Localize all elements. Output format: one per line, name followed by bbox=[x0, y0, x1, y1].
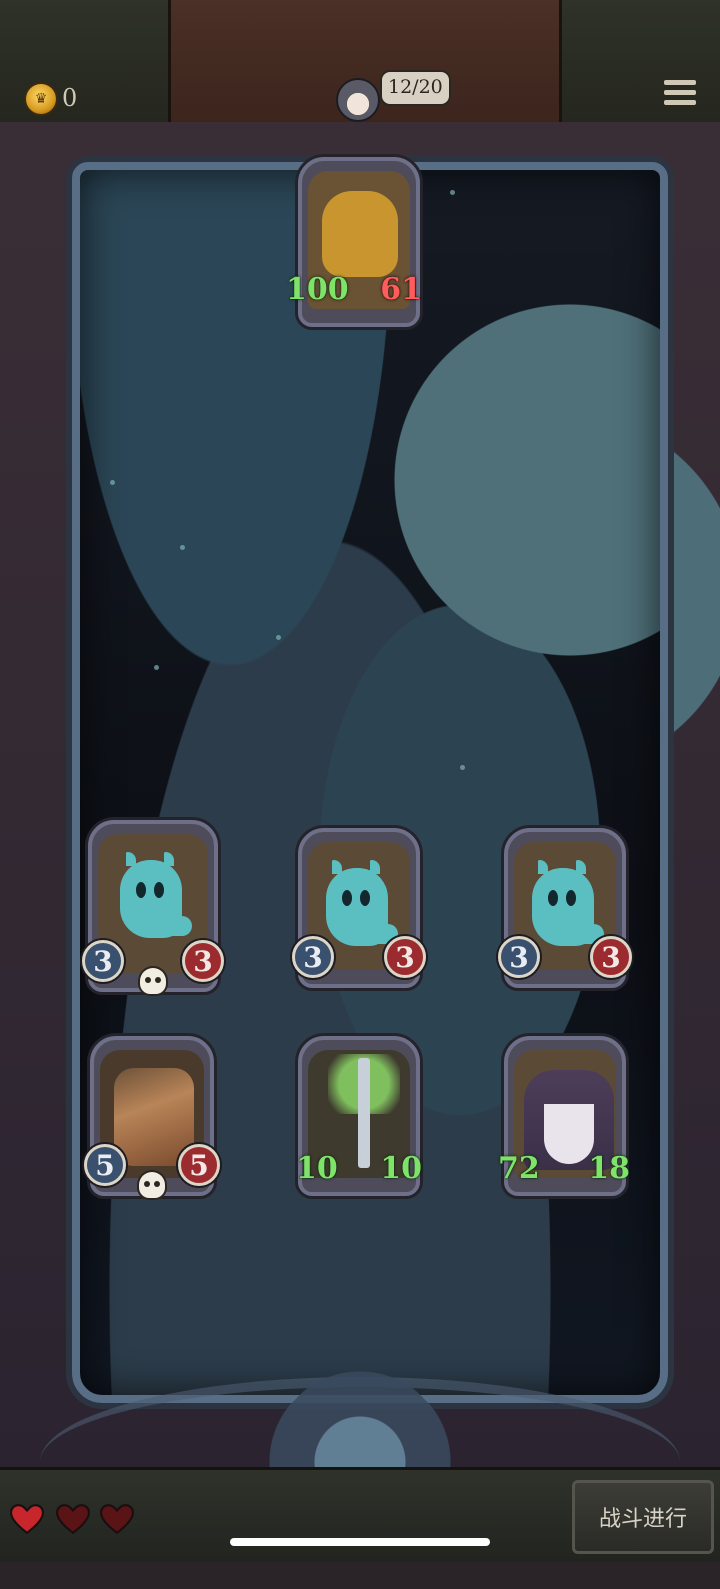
ghost-tail bbox=[148, 916, 192, 936]
heart-icon bbox=[99, 1504, 135, 1535]
battle-scene: 100 61 3 3 3 3 3 3 5 5 10 10 72 18 bbox=[0, 122, 720, 1589]
board-card[interactable]: 10 10 bbox=[296, 1036, 422, 1196]
star bbox=[180, 545, 185, 550]
skull-icon bbox=[140, 968, 166, 994]
card-attack: 3 bbox=[82, 940, 124, 982]
card-attack: 72 bbox=[498, 1150, 540, 1186]
enemy-health: 61 bbox=[380, 271, 422, 307]
card-attack: 10 bbox=[296, 1150, 338, 1186]
hamburger-menu-icon[interactable] bbox=[664, 80, 696, 108]
board-card[interactable]: 3 3 bbox=[82, 820, 224, 994]
top-hud: ♛ 0 12/20 bbox=[0, 0, 720, 127]
star bbox=[460, 765, 465, 770]
board-card[interactable]: 72 18 bbox=[498, 1036, 630, 1196]
battle-in-progress-button[interactable]: 战斗进行 bbox=[572, 1480, 714, 1554]
enemy-card[interactable]: 100 61 bbox=[286, 157, 422, 327]
card-health: 3 bbox=[590, 936, 632, 978]
card-health: 3 bbox=[182, 940, 224, 982]
star bbox=[276, 635, 281, 640]
card-health: 10 bbox=[380, 1150, 422, 1186]
star bbox=[450, 190, 455, 195]
card-health: 3 bbox=[384, 936, 426, 978]
cat-beard bbox=[544, 1104, 594, 1164]
cursed-sword-icon bbox=[358, 1058, 370, 1168]
star bbox=[110, 480, 115, 485]
skull-icon bbox=[139, 1172, 165, 1198]
board-card[interactable]: 5 5 bbox=[84, 1036, 220, 1198]
board-frame bbox=[72, 162, 668, 1403]
card-attack: 3 bbox=[498, 936, 540, 978]
board-card[interactable]: 3 3 bbox=[292, 828, 426, 988]
gold-coin-icon: ♛ bbox=[26, 84, 56, 114]
card-attack: 3 bbox=[292, 936, 334, 978]
round-counter: 12/20 bbox=[380, 70, 451, 106]
card-attack: 5 bbox=[84, 1144, 126, 1186]
board-card[interactable]: 3 3 bbox=[498, 828, 632, 988]
home-indicator[interactable] bbox=[230, 1538, 490, 1546]
bottom-bar: 战斗进行 bbox=[0, 1467, 720, 1562]
brute-icon bbox=[322, 191, 398, 277]
card-health: 18 bbox=[588, 1150, 630, 1186]
card-health: 5 bbox=[178, 1144, 220, 1186]
heart-icon bbox=[9, 1504, 45, 1535]
star bbox=[154, 665, 159, 670]
heart-icon bbox=[55, 1504, 91, 1535]
enemy-attack: 100 bbox=[286, 271, 349, 307]
player-avatar[interactable] bbox=[336, 78, 380, 122]
gold-count: 0 bbox=[62, 84, 78, 112]
